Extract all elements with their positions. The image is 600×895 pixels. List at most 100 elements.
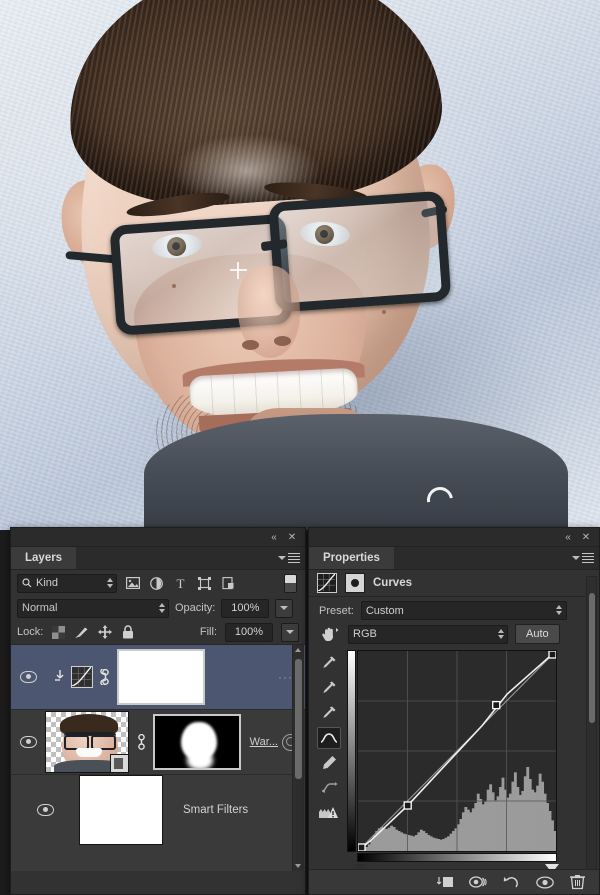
panel-menu-icon[interactable]	[278, 551, 300, 565]
curves-graph-wrapper	[347, 650, 565, 876]
shape-layer-filter-icon[interactable]	[196, 575, 213, 592]
warp-filter-label[interactable]: War...	[250, 736, 282, 748]
on-image-adjust-icon[interactable]	[319, 624, 341, 644]
curve-control-point[interactable]	[492, 700, 501, 710]
white-layer-mask-thumb[interactable]	[117, 649, 205, 705]
chevron-updown-icon	[497, 628, 504, 640]
draw-to-modify-pencil-icon[interactable]	[317, 752, 341, 774]
preset-value: Custom	[365, 604, 404, 617]
adjustment-title: Curves	[373, 577, 412, 589]
lock-position-icon[interactable]	[97, 625, 112, 640]
smart-filters-row[interactable]: Smart Filters	[11, 775, 305, 845]
collapse-icon[interactable]: «	[267, 531, 281, 544]
link-mask-icon[interactable]	[93, 669, 117, 685]
fill-input[interactable]: 100%	[225, 622, 273, 642]
panel-menu-icon[interactable]	[572, 551, 594, 565]
table-row[interactable]: War...	[11, 710, 305, 775]
filter-kind-select[interactable]: Kind	[17, 573, 117, 593]
curves-graph[interactable]	[357, 650, 557, 852]
delete-adjustment-layer-icon[interactable]	[568, 873, 587, 891]
collapse-icon[interactable]: «	[561, 531, 575, 544]
lock-image-pixels-icon[interactable]	[74, 625, 89, 640]
chevron-updown-icon[interactable]	[158, 602, 165, 614]
opacity-input[interactable]: 100%	[221, 598, 270, 618]
reset-adjustment-icon[interactable]	[502, 873, 521, 891]
smart-object-filter-icon[interactable]	[220, 575, 237, 592]
tab-properties[interactable]: Properties	[309, 547, 394, 569]
nostril-right	[274, 336, 291, 346]
search-icon	[22, 578, 32, 588]
tab-layers[interactable]: Layers	[11, 547, 77, 569]
scrollbar-thumb	[589, 593, 595, 723]
smart-filter-mask-thumb[interactable]	[79, 775, 163, 845]
eye-icon	[36, 804, 54, 816]
type-layer-filter-icon[interactable]: T	[172, 575, 189, 592]
sample-in-image-white-point-eyedropper[interactable]	[317, 702, 341, 724]
lock-transparent-pixels-icon[interactable]	[51, 625, 66, 640]
layer-filter-row: Kind T	[11, 570, 305, 596]
curves-adjustment-thumb[interactable]	[71, 666, 93, 688]
layer-visibility-toggle[interactable]	[11, 645, 45, 709]
curve-control-point[interactable]	[357, 843, 366, 852]
fill-label: Fill:	[199, 626, 217, 638]
clipping-warning-icon[interactable]	[317, 802, 341, 824]
skin-mark	[382, 310, 386, 314]
blend-mode-select[interactable]: Normal	[17, 598, 169, 618]
blend-mode-value: Normal	[22, 602, 58, 614]
sample-in-image-black-point-eyedropper[interactable]	[317, 652, 341, 674]
face-silhouette-mask-thumb[interactable]	[153, 714, 241, 770]
properties-panel-titlebar: « ✕	[309, 528, 599, 547]
chevron-updown-icon[interactable]	[106, 577, 113, 589]
layer-visibility-toggle[interactable]	[11, 710, 45, 774]
portrait-thumbnail[interactable]	[45, 711, 129, 773]
skin-mark	[172, 284, 176, 288]
output-gradient-bar	[347, 650, 356, 852]
portrait-subject	[52, 0, 568, 530]
layer-list[interactable]: ··· War... Smart Filters	[11, 645, 305, 871]
pixel-layer-filter-icon[interactable]	[124, 575, 141, 592]
opacity-label: Opacity:	[175, 602, 216, 614]
filter-enable-toggle[interactable]	[284, 573, 297, 593]
preset-row: Preset: Custom	[309, 597, 599, 620]
layers-tabstrip: Layers	[11, 547, 305, 570]
channel-select[interactable]: RGB	[348, 624, 508, 644]
toggle-layer-visibility-icon[interactable]	[535, 873, 554, 891]
link-mask-icon[interactable]	[129, 734, 153, 750]
properties-tabstrip: Properties	[309, 547, 599, 570]
layers-panel-titlebar: « ✕	[11, 528, 305, 547]
adjustment-layer-filter-icon[interactable]	[148, 575, 165, 592]
scroll-up-icon	[295, 648, 301, 652]
close-icon[interactable]: ✕	[579, 531, 593, 544]
input-gradient-bar	[357, 853, 557, 862]
preset-label: Preset:	[319, 604, 354, 617]
chevron-updown-icon	[556, 605, 563, 616]
view-previous-state-icon[interactable]	[469, 873, 488, 891]
image-canvas[interactable]	[0, 0, 600, 530]
curve-control-point[interactable]	[548, 650, 557, 659]
curves-icon[interactable]	[317, 573, 337, 593]
clip-to-layer-icon[interactable]	[436, 873, 455, 891]
edit-points-curve-icon[interactable]	[317, 727, 341, 749]
curve-control-point[interactable]	[403, 801, 412, 810]
lock-all-icon[interactable]	[120, 625, 135, 640]
opacity-slider-toggle[interactable]	[275, 598, 294, 618]
photoshop-window: « ✕ Layers Kind T Normal Opacity: 100% L…	[0, 0, 600, 895]
layer-mask-icon[interactable]	[345, 573, 365, 593]
layers-scrollbar[interactable]	[292, 645, 304, 871]
smooth-curve-icon[interactable]	[317, 777, 341, 799]
adjustment-header: Curves	[309, 570, 599, 597]
preset-select[interactable]: Custom	[360, 601, 567, 620]
properties-scrollbar[interactable]	[586, 576, 597, 876]
layers-panel: « ✕ Layers Kind T Normal Opacity: 100% L…	[10, 527, 306, 895]
blend-mode-row: Normal Opacity: 100%	[11, 596, 305, 620]
close-icon[interactable]: ✕	[285, 531, 299, 544]
filter-kind-label: Kind	[36, 577, 59, 589]
smart-filters-label: Smart Filters	[183, 804, 249, 816]
auto-button[interactable]: Auto	[515, 624, 560, 644]
smart-filter-visibility-toggle[interactable]	[11, 775, 79, 845]
table-row[interactable]: ···	[11, 645, 305, 710]
sample-in-image-gray-point-eyedropper[interactable]	[317, 677, 341, 699]
curve-plot[interactable]	[357, 650, 557, 852]
lock-label: Lock:	[17, 626, 44, 638]
fill-slider-toggle[interactable]	[281, 622, 299, 642]
